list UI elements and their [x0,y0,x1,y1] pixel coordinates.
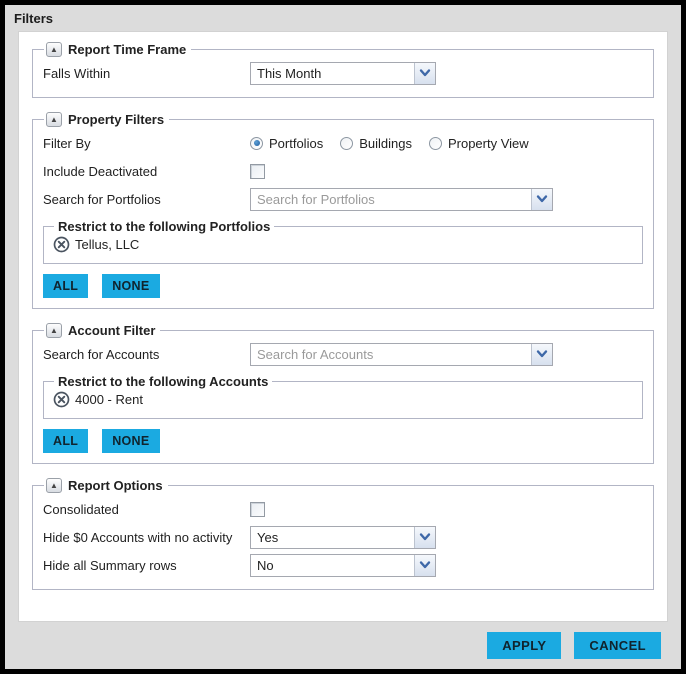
section-report-options: ▲ Report Options Consolidated Hide $0 Ac… [32,478,654,590]
radio-buildings[interactable]: Buildings [340,136,412,151]
search-accounts-label: Search for Accounts [43,346,160,362]
radio-button-icon[interactable] [340,136,354,150]
falls-within-row: Falls Within This Month [43,59,643,87]
section-legend: ▲ Account Filter [44,323,160,338]
radio-button-icon[interactable] [428,136,442,150]
section-report-time-frame: ▲ Report Time Frame Falls Within This Mo… [32,42,654,98]
consolidated-checkbox[interactable] [250,501,265,517]
section-title: Account Filter [68,323,156,338]
hide-zero-accounts-label: Hide $0 Accounts with no activity [43,529,233,545]
apply-button[interactable]: APPLY [487,632,562,659]
include-deactivated-checkbox[interactable] [250,163,265,179]
none-button[interactable]: NONE [102,429,160,453]
search-accounts-row: Search for Accounts Search for Accounts [43,340,643,368]
dialog-title: Filters [14,11,54,26]
radio-button-icon[interactable] [250,136,263,150]
portfolio-select-buttons: ALL NONE [43,274,643,298]
content-panel: ▲ Report Time Frame Falls Within This Mo… [18,31,668,622]
consolidated-label: Consolidated [43,501,119,517]
collapse-icon[interactable]: ▲ [46,42,62,57]
search-accounts-combobox[interactable]: Search for Accounts [250,342,553,366]
filter-by-label: Filter By [43,135,91,151]
collapse-icon[interactable]: ▲ [46,323,62,338]
section-legend: ▲ Report Time Frame [44,42,191,57]
hide-zero-accounts-value: Yes [257,529,279,545]
falls-within-label: Falls Within [43,65,111,81]
filter-by-row: Filter By Portfolios Buildings Property … [43,129,643,157]
radio-label: Property View [447,135,529,151]
chevron-down-icon[interactable] [414,526,435,548]
radio-label: Buildings [359,135,412,151]
search-accounts-placeholder: Search for Accounts [257,346,374,362]
account-select-buttons: ALL NONE [43,429,643,453]
search-portfolios-row: Search for Portfolios Search for Portfol… [43,185,643,213]
radio-portfolios[interactable]: Portfolios [250,136,323,151]
restrict-accounts-fieldset: Restrict to the following Accounts 4000 … [43,374,643,419]
restricted-account-item: 4000 - Rent [52,389,634,411]
hide-summary-rows-select[interactable]: No [250,553,436,577]
search-portfolios-combobox[interactable]: Search for Portfolios [250,187,553,211]
section-legend: ▲ Report Options [44,478,168,493]
radio-label: Portfolios [269,135,324,151]
restricted-account-name: 4000 - Rent [75,392,143,407]
hide-zero-accounts-select[interactable]: Yes [250,525,436,549]
hide-zero-accounts-row: Hide $0 Accounts with no activity Yes [43,523,643,551]
filters-dialog: Filters ▲ Report Time Frame Falls Within… [0,0,686,674]
hide-summary-rows-row: Hide all Summary rows No [43,551,643,579]
all-button[interactable]: ALL [43,429,89,453]
section-account-filter: ▲ Account Filter Search for Accounts Sea… [32,323,654,464]
restrict-accounts-legend: Restrict to the following Accounts [58,374,269,389]
chevron-down-icon[interactable] [531,188,552,210]
cancel-button[interactable]: CANCEL [574,632,661,659]
hide-summary-rows-label: Hide all Summary rows [43,557,177,573]
chevron-down-icon[interactable] [414,62,435,84]
section-title: Property Filters [68,112,165,127]
restricted-portfolio-item: Tellus, LLC [52,234,634,256]
search-portfolios-placeholder: Search for Portfolios [257,191,375,207]
chevron-down-icon[interactable] [531,343,552,365]
consolidated-row: Consolidated [43,495,643,523]
all-button[interactable]: ALL [43,274,89,298]
falls-within-value: This Month [257,65,322,81]
falls-within-select[interactable]: This Month [250,61,436,85]
section-property-filters: ▲ Property Filters Filter By Portfolios … [32,112,654,309]
restrict-portfolios-fieldset: Restrict to the following Portfolios Tel… [43,219,643,264]
remove-circle-x-icon[interactable] [53,391,70,408]
hide-summary-rows-value: No [257,557,274,573]
section-legend: ▲ Property Filters [44,112,169,127]
section-title: Report Options [68,478,163,493]
collapse-icon[interactable]: ▲ [46,112,62,127]
section-title: Report Time Frame [68,42,187,57]
radio-property-view[interactable]: Property View [428,135,529,151]
search-portfolios-label: Search for Portfolios [43,191,161,207]
remove-circle-x-icon[interactable] [53,236,70,253]
include-deactivated-label: Include Deactivated [43,163,158,179]
collapse-icon[interactable]: ▲ [46,478,62,493]
restricted-portfolio-name: Tellus, LLC [75,237,140,252]
filter-by-radio-group: Portfolios Buildings Property View [250,136,529,151]
none-button[interactable]: NONE [102,274,160,298]
restrict-portfolios-legend: Restrict to the following Portfolios [58,219,271,234]
include-deactivated-row: Include Deactivated [43,157,643,185]
chevron-down-icon[interactable] [414,554,435,576]
dialog-footer: APPLY CANCEL [5,622,681,669]
